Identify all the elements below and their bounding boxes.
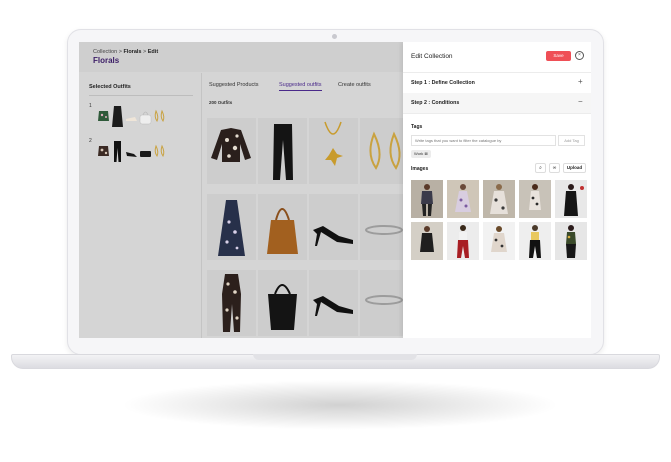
panel-title: Edit Collection — [411, 53, 453, 60]
outfit-skirt-image — [112, 106, 123, 127]
strappy-heels-image — [313, 226, 353, 246]
image-thumbnail[interactable] — [411, 180, 443, 218]
product-card[interactable] — [207, 118, 256, 184]
app-header: Collection > Florals > Edit Florals — [79, 42, 403, 72]
outfit-top-image — [98, 146, 109, 156]
add-tag-button[interactable]: Add Tag — [558, 135, 585, 146]
tag-chip-work[interactable]: Work ⊠ — [411, 150, 431, 158]
image-thumbnail[interactable] — [447, 222, 479, 260]
product-card[interactable] — [360, 118, 409, 184]
outfit-count: 200 Outfits — [209, 100, 233, 105]
screen: Collection > Florals > Edit Florals Sele… — [79, 42, 591, 338]
breadcrumb-parent[interactable]: Florals — [123, 49, 141, 55]
upload-button[interactable]: Upload — [563, 163, 586, 173]
column-divider — [201, 73, 202, 338]
laptop-shadow — [120, 380, 560, 430]
search-icon[interactable]: ⌕ — [535, 163, 546, 173]
silver-cuff-image — [365, 295, 403, 305]
silver-bracelet-image — [365, 225, 403, 235]
page-title: Florals — [93, 56, 120, 65]
outfit-pants-image — [114, 141, 121, 162]
step-1-header[interactable]: Step 1 : Define Collection — [411, 80, 475, 86]
breadcrumb-root[interactable]: Collection — [93, 49, 117, 55]
breadcrumb: Collection > Florals > Edit — [93, 49, 159, 55]
tab-bar: Suggested Products Suggested outfits Cre… — [203, 82, 403, 96]
link-icon[interactable]: ∞ — [549, 163, 560, 173]
outfit-number: 1 — [89, 103, 92, 109]
divider — [403, 72, 591, 73]
breadcrumb-current: Edit — [147, 49, 159, 55]
step-2-header[interactable]: Step 2 : Conditions — [411, 100, 459, 106]
outfit-shoe-image — [126, 117, 137, 121]
gold-earrings-image — [369, 131, 401, 170]
selected-outfits-panel: Selected Outfits 1 2 — [79, 73, 199, 338]
image-thumbnail[interactable] — [483, 180, 515, 218]
divider — [89, 95, 193, 96]
grid-row — [207, 270, 409, 336]
tab-suggested-outfits[interactable]: Suggested outfits — [279, 82, 322, 91]
product-card[interactable] — [258, 194, 307, 260]
black-tote-bag-image — [268, 284, 297, 330]
floral-wrap-top-image — [211, 128, 251, 162]
tags-label: Tags — [411, 124, 423, 130]
product-card[interactable] — [207, 270, 256, 336]
black-jeans-image — [273, 124, 293, 180]
floral-dress-image — [218, 200, 245, 256]
grid-row — [207, 194, 409, 260]
outfit-clutch-image — [140, 151, 151, 157]
edit-collection-panel: Edit Collection Save × Step 1 : Define C… — [403, 42, 591, 338]
selected-outfits-title: Selected Outfits — [89, 84, 131, 90]
image-thumbnail[interactable] — [483, 222, 515, 260]
outfit-earrings-image — [154, 109, 165, 122]
image-thumbnail[interactable] — [519, 180, 551, 218]
product-card[interactable] — [258, 270, 307, 336]
outfit-row[interactable]: 2 — [89, 138, 197, 168]
image-thumbnail[interactable] — [447, 180, 479, 218]
minus-icon[interactable]: − — [578, 98, 583, 106]
camera-dot — [332, 34, 337, 39]
black-sandals-image — [313, 296, 353, 316]
close-icon[interactable]: × — [575, 51, 584, 60]
outfit-shoe-image — [126, 152, 137, 157]
outfit-number: 2 — [89, 138, 92, 144]
outfit-top-image — [98, 111, 109, 121]
outfit-row[interactable]: 1 — [89, 103, 197, 133]
product-card[interactable] — [258, 118, 307, 184]
grid-row — [207, 118, 409, 184]
product-card[interactable] — [360, 270, 409, 336]
tags-input[interactable] — [411, 135, 556, 146]
image-thumbnail[interactable] — [411, 222, 443, 260]
product-card[interactable] — [309, 270, 358, 336]
laptop-notch — [253, 354, 417, 360]
image-thumbnail[interactable] — [555, 180, 587, 218]
product-card[interactable] — [309, 118, 358, 184]
divider — [403, 113, 591, 114]
product-card[interactable] — [360, 194, 409, 260]
floral-jumpsuit-image — [222, 274, 241, 332]
tab-suggested-products[interactable]: Suggested Products — [209, 82, 259, 88]
brown-bucket-bag-image — [267, 208, 298, 254]
image-thumbnail[interactable] — [555, 222, 587, 260]
gold-necklace-image — [324, 121, 343, 166]
product-card[interactable] — [207, 194, 256, 260]
outfit-bag-image — [139, 111, 152, 125]
product-card[interactable] — [309, 194, 358, 260]
image-thumbnail[interactable] — [519, 222, 551, 260]
save-button[interactable]: Save — [546, 51, 571, 61]
plus-icon[interactable]: + — [578, 78, 583, 86]
images-label: Images — [411, 166, 429, 172]
outfit-earrings-image — [154, 144, 165, 157]
tab-create-outfits[interactable]: Create outfits — [338, 82, 371, 88]
